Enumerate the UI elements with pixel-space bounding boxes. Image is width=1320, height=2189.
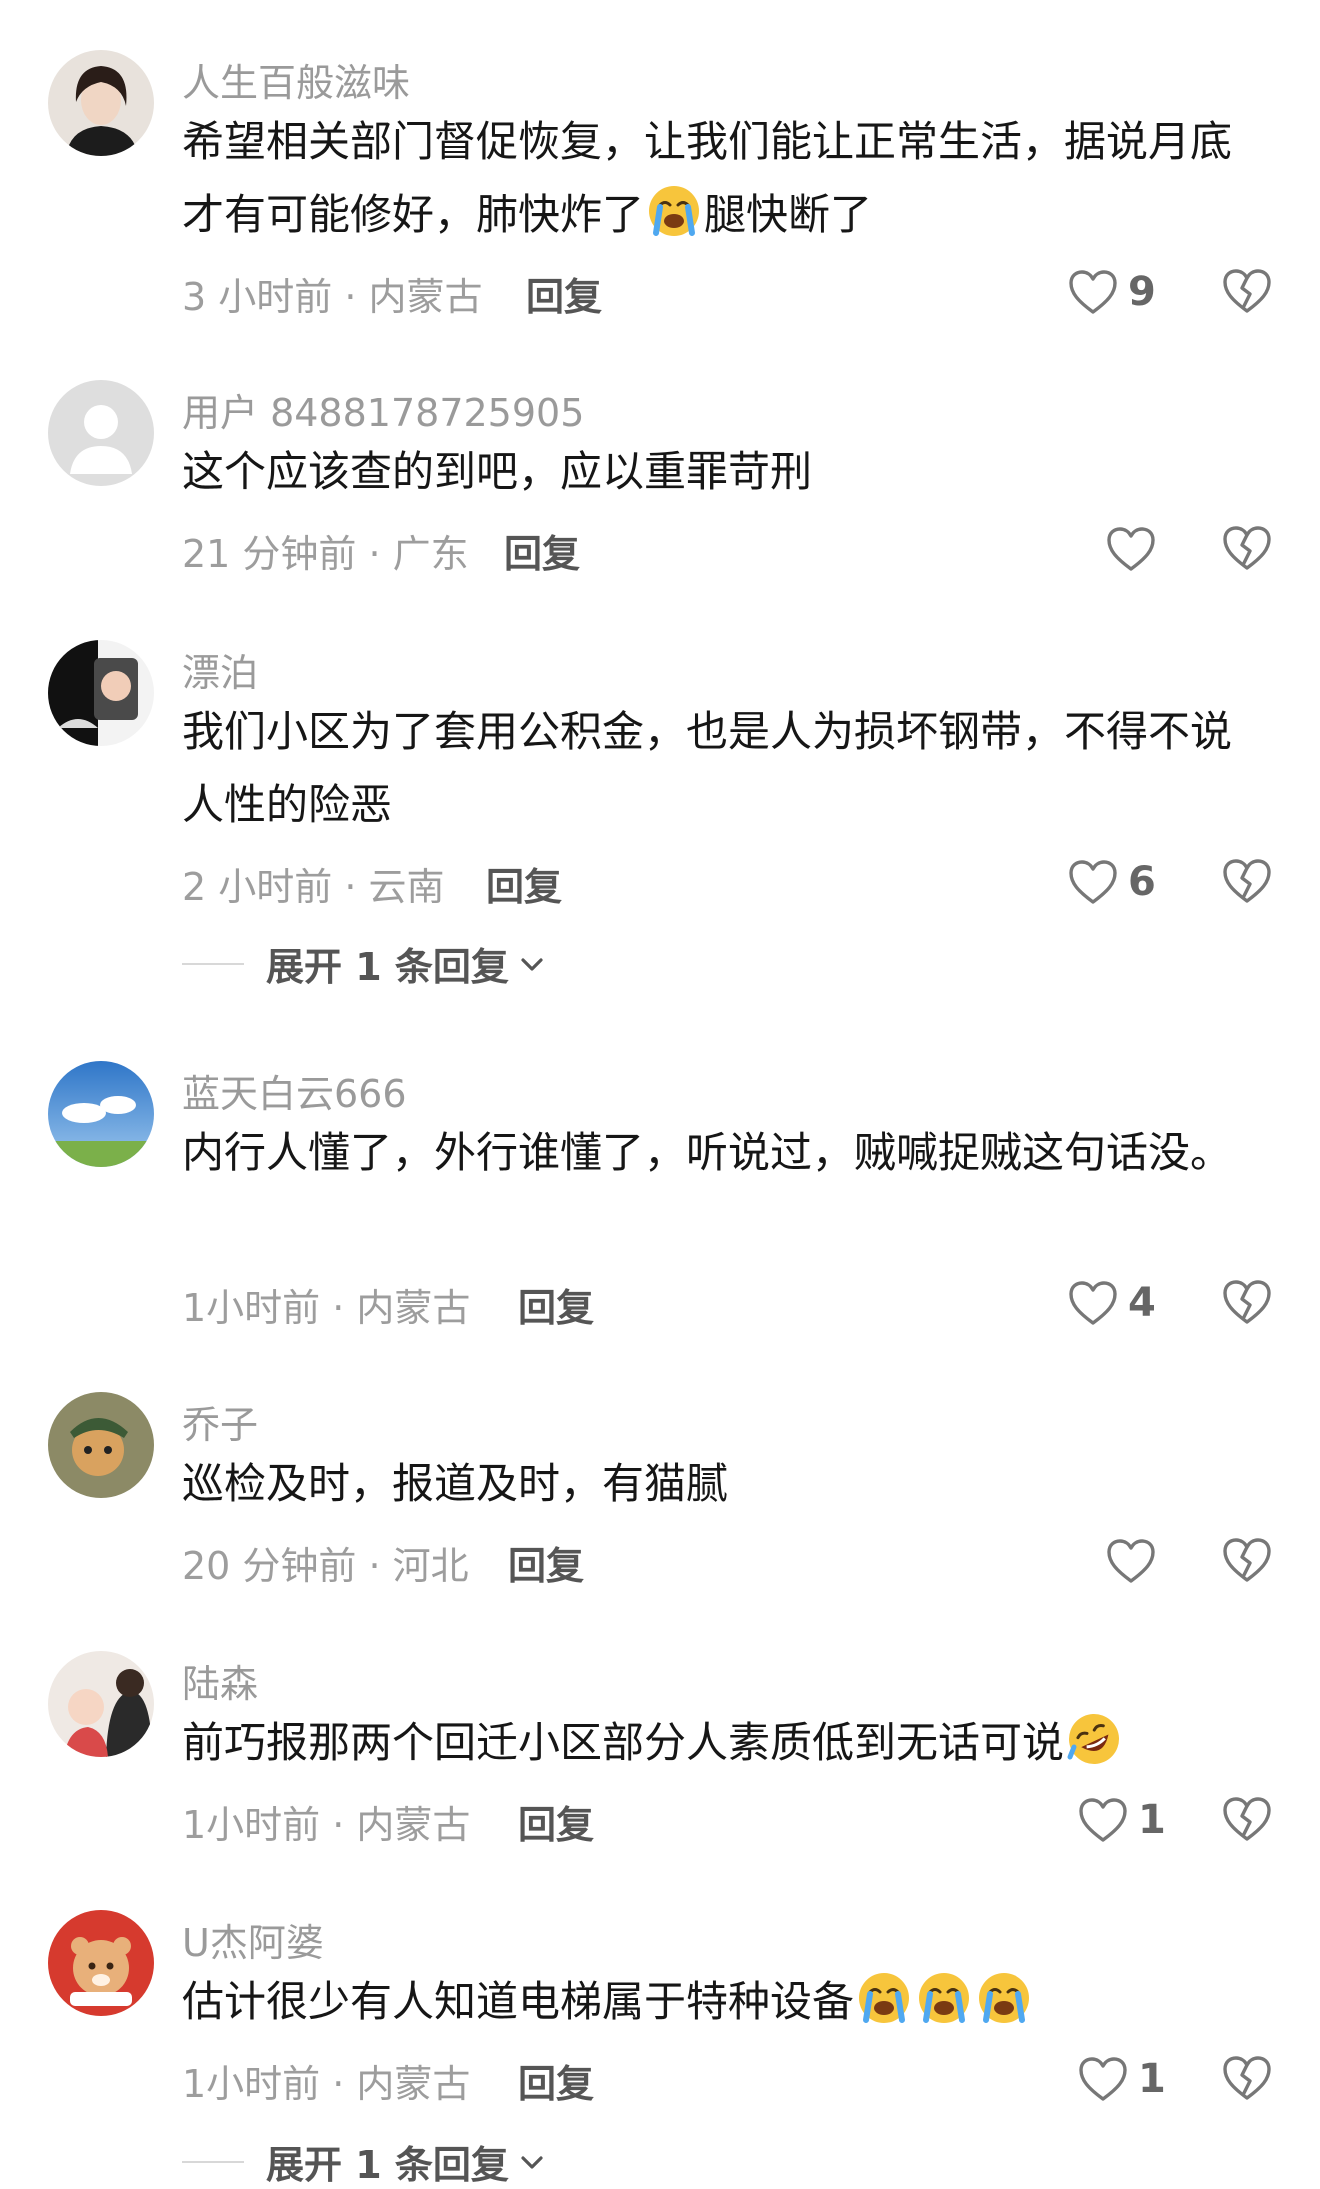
comment-meta: 1小时前 · 内蒙古 (182, 1286, 471, 1330)
like-button[interactable]: 9 (1068, 266, 1156, 318)
avatar[interactable] (48, 640, 154, 746)
comment-meta: 1小时前 · 内蒙古 (182, 1803, 471, 1847)
heart-icon (1068, 859, 1118, 905)
expand-replies-button[interactable]: 展开 1 条回复 (182, 936, 545, 991)
username[interactable]: U杰阿婆 (182, 1912, 324, 1967)
username[interactable]: 用户 8488178725905 (182, 382, 584, 437)
divider (182, 2160, 244, 2163)
heart-icon (1106, 526, 1156, 572)
crying-face-icon (976, 1970, 1032, 2026)
username[interactable]: 蓝天白云666 (182, 1063, 407, 1118)
heart-icon (1068, 269, 1118, 315)
reply-button[interactable]: 回复 (504, 523, 580, 578)
comment-text: 这个应该查的到吧，应以重罪苛刑 (182, 447, 813, 496)
chevron-down-icon (521, 2155, 543, 2169)
like-button[interactable]: 1 (1078, 1794, 1166, 1846)
dislike-broken-heart-icon[interactable] (1222, 1796, 1272, 1842)
comment-list: 人生百般滋味 希望相关部门督促恢复，让我们能让正常生活，据说月底才有可能修好，肺… (0, 0, 1320, 2189)
comment-meta: 20 分钟前 · 河北 (182, 1544, 469, 1588)
chevron-down-icon (521, 957, 543, 971)
heart-icon (1078, 2056, 1128, 2102)
username[interactable]: 乔子 (182, 1394, 258, 1449)
comment-meta: 2 小时前 · 云南 (182, 865, 445, 909)
avatar[interactable] (48, 1392, 154, 1498)
like-count: 1 (1138, 1797, 1166, 1843)
username[interactable]: 陆森 (182, 1653, 258, 1708)
like-count: 9 (1128, 269, 1156, 315)
comment-text: 估计很少有人知道电梯属于特种设备 (182, 1965, 1262, 2038)
reply-button[interactable]: 回复 (508, 1535, 584, 1590)
divider (182, 962, 244, 965)
comment-meta: 3 小时前 · 内蒙古 (182, 275, 483, 319)
crying-face-icon (856, 1970, 912, 2026)
dislike-broken-heart-icon[interactable] (1222, 1279, 1272, 1325)
comment-text: 前巧报那两个回迁小区部分人素质低到无话可说 (182, 1706, 1262, 1779)
reply-button[interactable]: 回复 (518, 1277, 594, 1332)
username[interactable]: 人生百般滋味 (182, 52, 410, 107)
comment-text: 巡检及时，报道及时，有猫腻 (182, 1459, 729, 1508)
dislike-broken-heart-icon[interactable] (1222, 858, 1272, 904)
like-button[interactable] (1106, 1535, 1156, 1587)
reply-button[interactable]: 回复 (526, 266, 602, 321)
comment-text: 我们小区为了套用公积金，也是人为损坏钢带，不得不说人性的险恶 (182, 707, 1233, 829)
like-count: 6 (1128, 859, 1156, 905)
username[interactable]: 漂泊 (182, 642, 258, 697)
reply-button[interactable]: 回复 (518, 2053, 594, 2108)
avatar[interactable] (48, 1061, 154, 1167)
reply-button[interactable]: 回复 (486, 856, 562, 911)
like-count: 1 (1138, 2056, 1166, 2102)
avatar[interactable] (48, 1651, 154, 1757)
crying-face-icon (916, 1970, 972, 2026)
heart-icon (1078, 1797, 1128, 1843)
dislike-broken-heart-icon[interactable] (1222, 1537, 1272, 1583)
like-button[interactable]: 4 (1068, 1277, 1156, 1329)
heart-icon (1068, 1280, 1118, 1326)
crying-face-icon (646, 183, 702, 239)
dislike-broken-heart-icon[interactable] (1222, 2055, 1272, 2101)
dislike-broken-heart-icon[interactable] (1222, 525, 1272, 571)
comment-meta: 21 分钟前 · 广东 (182, 532, 469, 576)
expand-replies-button[interactable]: 展开 1 条回复 (182, 2134, 545, 2189)
avatar[interactable] (48, 380, 154, 486)
dislike-broken-heart-icon[interactable] (1222, 268, 1272, 314)
avatar[interactable] (48, 50, 154, 156)
rolling-laughing-icon (1066, 1711, 1122, 1767)
comment-text: 希望相关部门督促恢复，让我们能让正常生活，据说月底才有可能修好，肺快炸了 腿快断了 (182, 117, 1233, 239)
heart-icon (1106, 1538, 1156, 1584)
avatar[interactable] (48, 1910, 154, 2016)
comment-meta: 1小时前 · 内蒙古 (182, 2062, 471, 2106)
like-count: 4 (1128, 1280, 1156, 1326)
like-button[interactable]: 1 (1078, 2053, 1166, 2105)
reply-button[interactable]: 回复 (518, 1794, 594, 1849)
like-button[interactable] (1106, 523, 1156, 575)
comment-text: 内行人懂了，外行谁懂了，听说过，贼喊捉贼这句话没。 (182, 1128, 1233, 1177)
like-button[interactable]: 6 (1068, 856, 1156, 908)
